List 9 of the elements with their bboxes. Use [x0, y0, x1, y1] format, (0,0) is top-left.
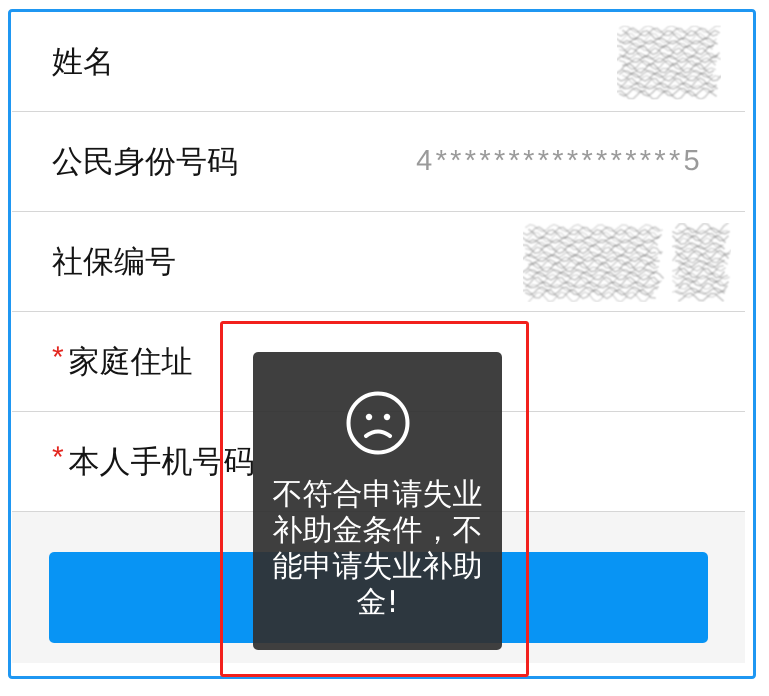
- required-mark: *: [52, 442, 64, 472]
- field-value: 4*****************5: [416, 145, 703, 178]
- required-mark: *: [52, 342, 64, 372]
- field-label: 公民身份号码: [52, 142, 238, 182]
- sad-face-icon: [346, 391, 410, 455]
- toast-text: 不符合申请失业补助金条件，不能申请失业补助金!: [272, 477, 484, 621]
- field-label: 家庭住址: [68, 342, 193, 382]
- field-label: 姓名: [52, 42, 114, 82]
- field-label: 社保编号: [52, 242, 176, 282]
